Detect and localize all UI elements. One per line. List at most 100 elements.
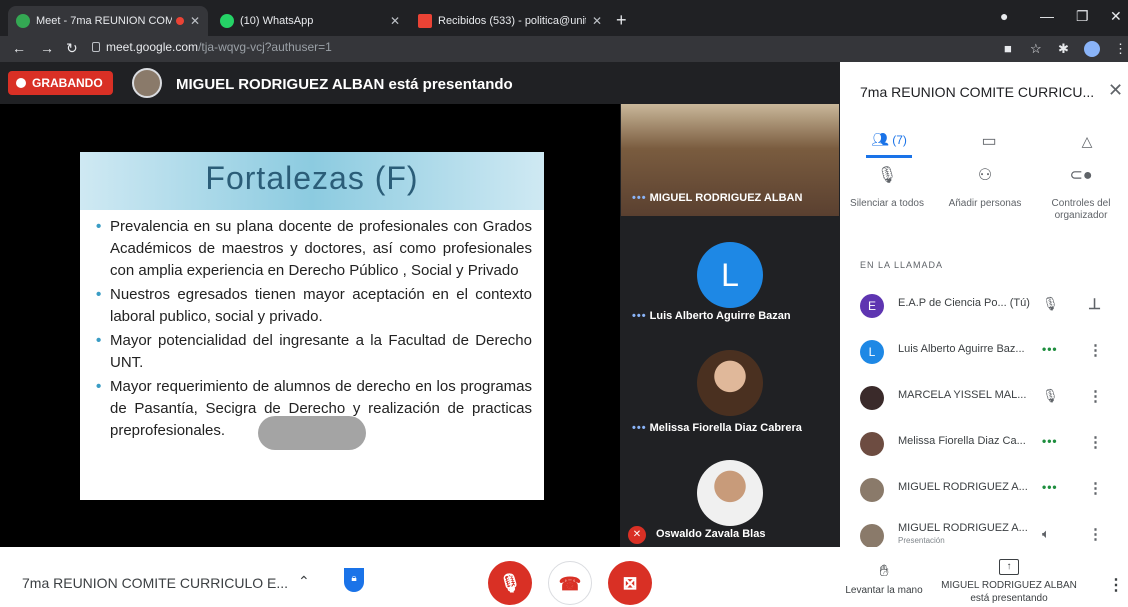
extensions-icon[interactable]: ✱ — [1058, 41, 1069, 57]
new-tab-icon[interactable]: + — [616, 10, 627, 31]
tile-miguel[interactable]: ••• MIGUEL RODRIGUEZ ALBAN — [620, 104, 840, 216]
avatar — [860, 386, 884, 410]
tile-overlay-controls[interactable] — [258, 416, 366, 450]
speaking-icon: ••• — [1042, 342, 1058, 356]
raise-hand-button[interactable]: ✋︎ Levantar la mano — [836, 563, 932, 596]
avatar — [860, 432, 884, 456]
mic-off-button[interactable]: 🎙︎ — [488, 561, 532, 605]
slide-title: Fortalezas (F) — [205, 160, 419, 196]
forward-icon[interactable]: → — [40, 40, 54, 56]
close-icon[interactable]: ✕ — [1108, 80, 1123, 101]
add-person-icon: ⚇ — [977, 167, 993, 184]
more-icon[interactable]: ⋮ — [1088, 433, 1103, 451]
minimize-icon[interactable]: — — [1040, 8, 1054, 24]
mute-all-label: Silenciar a todos — [850, 198, 924, 209]
mute-all-button[interactable]: 🎙︎ Silenciar a todos — [842, 168, 932, 210]
add-people-button[interactable]: ⚇ Añadir personas — [940, 167, 1030, 210]
tile-name: Luis Alberto Aguirre Bazan — [649, 310, 791, 322]
camera-indicator-icon[interactable]: ■ — [1004, 41, 1012, 56]
meet-window: GRABANDO MIGUEL RODRIGUEZ ALBAN está pre… — [0, 62, 1128, 548]
hang-up-button[interactable]: ☎︎ — [548, 561, 592, 605]
tab-label: Meet - 7ma REUNION COMI — [36, 15, 172, 27]
address-bar: ← → ↻ meet.google.com/tja-wqvg-vcj?authu… — [0, 36, 1128, 62]
hand-icon: ✋︎ — [879, 563, 889, 580]
list-item[interactable]: MARCELA YISSEL MAL... 🎙︎ ⋮ — [840, 376, 1128, 420]
tile-luis[interactable]: L ••• Luis Alberto Aguirre Bazan — [620, 216, 840, 328]
list-item[interactable]: L Luis Alberto Aguirre Baz... ••• ⋮ — [840, 330, 1128, 374]
tab-whatsapp[interactable]: (10) WhatsApp ✕ — [212, 6, 408, 36]
more-icon[interactable]: ⋮ — [1088, 525, 1103, 543]
slide-bullets: Prevalencia en su plana docente de profe… — [96, 216, 532, 444]
whatsapp-icon — [220, 14, 234, 28]
participant-sub: Presentación — [898, 536, 945, 545]
tab-label: Recibidos (533) - politica@unitru — [438, 15, 586, 27]
add-people-label: Añadir personas — [948, 198, 1022, 209]
reload-icon[interactable]: ↻ — [66, 40, 78, 57]
presenter-avatar — [132, 68, 162, 98]
lock-icon — [92, 42, 100, 52]
tab-meet[interactable]: Meet - 7ma REUNION COMI ✕ — [8, 6, 208, 36]
people-icon: 👥︎ — [871, 131, 889, 147]
security-icon[interactable]: 🔒︎ — [344, 568, 364, 592]
menu-icon[interactable]: ⋮ — [1114, 41, 1127, 57]
url-host: meet.google.com — [106, 40, 199, 54]
close-icon[interactable]: ✕ — [592, 14, 602, 28]
pin-icon[interactable]: ⊥ — [1088, 295, 1101, 313]
profile-avatar[interactable] — [1084, 41, 1100, 57]
more-icon[interactable]: ⋮ — [1088, 479, 1103, 497]
chat-icon[interactable]: ▭ — [966, 124, 1012, 158]
star-icon[interactable]: ☆ — [1030, 41, 1042, 57]
presenting-button[interactable]: ↑ MIGUEL RODRIGUEZ ALBAN está presentand… — [934, 559, 1084, 605]
speaking-icon: ••• — [632, 422, 647, 434]
recording-dot-icon — [175, 17, 184, 25]
browser-tab-bar: Meet - 7ma REUNION COMI ✕ (10) WhatsApp … — [0, 0, 1128, 36]
tile-name-row: ••• MIGUEL RODRIGUEZ ALBAN — [632, 192, 802, 204]
tab-gmail[interactable]: Recibidos (533) - politica@unitru ✕ — [410, 6, 610, 36]
list-item[interactable]: Melissa Fiorella Diaz Ca... ••• ⋮ — [840, 422, 1128, 466]
presenting-line1: MIGUEL RODRIGUEZ ALBAN — [941, 580, 1077, 591]
meet-top-bar: GRABANDO MIGUEL RODRIGUEZ ALBAN está pre… — [0, 62, 840, 104]
meeting-name[interactable]: 7ma REUNION COMITE CURRICULO E... — [22, 575, 288, 591]
profile-dot-icon[interactable]: ● — [1000, 8, 1008, 24]
list-item[interactable]: E E.A.P de Ciencia Po... (Tú) 🎙︎ ⊥ — [840, 284, 1128, 328]
mic-off-icon: 🎙︎ — [1042, 296, 1059, 311]
recording-badge: GRABANDO — [8, 71, 113, 95]
presenting-line2: está presentando — [970, 593, 1048, 604]
participant-name: MIGUEL RODRIGUEZ A... — [898, 481, 1028, 493]
more-options-icon[interactable]: ⋮ — [1108, 575, 1124, 595]
tab-label: (10) WhatsApp — [240, 15, 314, 27]
tile-oswaldo[interactable]: ✕ Oswaldo Zavala Blas — [620, 440, 840, 547]
avatar — [860, 524, 884, 548]
tile-name: Melissa Fiorella Diaz Cabrera — [649, 422, 802, 434]
speaking-icon: ••• — [632, 192, 647, 204]
more-icon[interactable]: ⋮ — [1088, 387, 1103, 405]
tile-melissa[interactable]: ••• Melissa Fiorella Diaz Cabrera — [620, 328, 840, 440]
close-icon[interactable]: ✕ — [390, 14, 400, 28]
panel-actions: 🎙︎ Silenciar a todos ⚇ Añadir personas ⊂… — [840, 167, 1128, 240]
host-controls-button[interactable]: ⊂● Controles del organizador — [1036, 168, 1126, 222]
panel-tabs: 👥︎ (7) ▭ △ — [840, 124, 1128, 160]
bottom-bar: 7ma REUNION COMITE CURRICULO E... ⌃ 🔒︎ 🎙… — [0, 547, 1128, 607]
participant-name: Melissa Fiorella Diaz Ca... — [898, 435, 1026, 447]
back-icon[interactable]: ← — [12, 40, 26, 56]
window-close-icon[interactable]: ✕ — [1110, 8, 1122, 25]
meet-icon — [16, 14, 30, 28]
avatar — [697, 350, 763, 416]
gmail-icon — [418, 14, 432, 28]
camera-off-button[interactable]: ⊠ — [608, 561, 652, 605]
presenter-banner: MIGUEL RODRIGUEZ ALBAN está presentando — [176, 76, 513, 93]
avatar: L — [697, 242, 763, 308]
avatar — [860, 478, 884, 502]
present-screen-icon: ↑ — [999, 559, 1019, 575]
recording-label: GRABANDO — [32, 76, 103, 90]
panel-title: 7ma REUNION COMITE CURRICU... — [860, 84, 1095, 100]
slide-bullet: Mayor potencialidad del ingresante a la … — [96, 330, 532, 374]
activities-icon[interactable]: △ — [1064, 124, 1110, 158]
url-field[interactable]: meet.google.com/tja-wqvg-vcj?authuser=1 — [92, 40, 332, 54]
more-icon[interactable]: ⋮ — [1088, 341, 1103, 359]
tab-people[interactable]: 👥︎ (7) — [866, 124, 912, 158]
maximize-icon[interactable]: ❐ — [1076, 8, 1089, 25]
list-item[interactable]: MIGUEL RODRIGUEZ A... ••• ⋮ — [840, 468, 1128, 512]
chevron-up-icon[interactable]: ⌃ — [298, 573, 310, 590]
close-icon[interactable]: ✕ — [190, 14, 200, 28]
